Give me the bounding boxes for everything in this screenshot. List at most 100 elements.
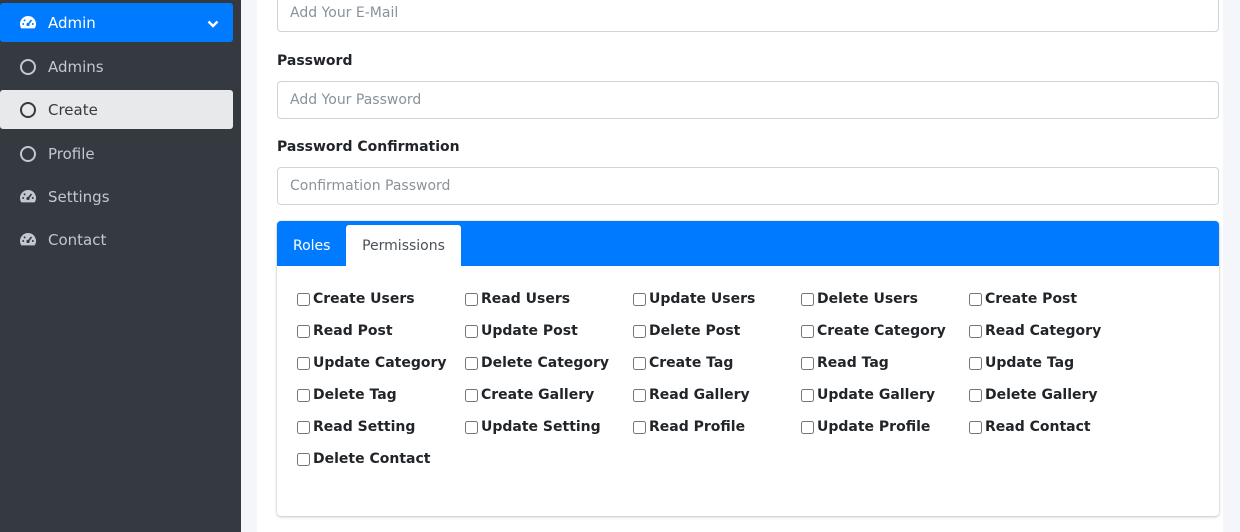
tab-permissions[interactable]: Permissions [346, 225, 461, 266]
permission-item[interactable]: Update Setting [465, 419, 601, 435]
permission-checkbox[interactable] [801, 420, 814, 434]
permission-item[interactable]: Read Profile [633, 419, 745, 435]
permission-item[interactable]: Delete Contact [297, 451, 430, 467]
password-field[interactable] [277, 81, 1219, 119]
sidebar: Admin Admins Create Profile Settings Con… [0, 0, 241, 532]
permission-item[interactable]: Read Gallery [633, 387, 750, 403]
permission-checkbox[interactable] [297, 452, 310, 466]
sidebar-item-label: Contact [48, 230, 107, 249]
permission-label: Delete Contact [313, 451, 431, 467]
permission-checkbox[interactable] [801, 388, 814, 402]
roles-permissions-card: Roles Permissions Create Users Read Users… [277, 221, 1219, 516]
permission-checkbox[interactable] [801, 356, 814, 370]
permission-item[interactable]: Create Tag [633, 355, 733, 371]
permission-item[interactable]: Update Gallery [801, 387, 935, 403]
permission-item[interactable]: Delete Tag [297, 387, 397, 403]
permission-label: Create Gallery [481, 387, 595, 403]
permission-checkbox[interactable] [465, 420, 478, 434]
tachometer-icon [18, 230, 38, 250]
permission-checkbox[interactable] [465, 388, 478, 402]
permission-label: Delete Category [481, 355, 610, 371]
permission-label: Read Users [481, 291, 571, 307]
tab-roles[interactable]: Roles [277, 225, 346, 266]
permission-item[interactable]: Delete Gallery [969, 387, 1098, 403]
permission-item[interactable]: Read Post [297, 323, 393, 339]
permission-checkbox[interactable] [633, 388, 646, 402]
password-confirmation-label: Password Confirmation [277, 139, 460, 155]
permission-item[interactable]: Create Users [297, 291, 415, 307]
sidebar-item-admin[interactable]: Admin [0, 3, 233, 42]
chevron-down-icon [207, 15, 219, 33]
permission-label: Update Profile [817, 419, 931, 435]
main-content: Password Password Confirmation Roles Per… [241, 0, 1240, 532]
permission-item[interactable]: Read Users [465, 291, 570, 307]
permission-checkbox[interactable] [465, 356, 478, 370]
permission-checkbox[interactable] [969, 324, 982, 338]
permission-item[interactable]: Update Tag [969, 355, 1074, 371]
permission-item[interactable]: Update Profile [801, 419, 930, 435]
permission-label: Update Users [649, 291, 756, 307]
permission-item[interactable]: Update Users [633, 291, 755, 307]
sidebar-item-label: Profile [48, 144, 95, 163]
permission-item[interactable]: Delete Users [801, 291, 918, 307]
permission-checkbox[interactable] [801, 324, 814, 338]
permission-checkbox[interactable] [465, 324, 478, 338]
permission-label: Create Category [817, 323, 946, 339]
tachometer-icon [18, 187, 38, 207]
circle-icon [18, 144, 38, 164]
permission-label: Read Setting [313, 419, 416, 435]
permission-item[interactable]: Create Post [969, 291, 1077, 307]
permission-checkbox[interactable] [633, 420, 646, 434]
permission-item[interactable]: Read Contact [969, 419, 1091, 435]
sidebar-item-label: Admin [48, 13, 96, 32]
permission-item[interactable]: Read Category [969, 323, 1101, 339]
permission-label: Update Setting [481, 419, 601, 435]
permission-checkbox[interactable] [969, 420, 982, 434]
permission-checkbox[interactable] [297, 324, 310, 338]
permission-item[interactable]: Read Tag [801, 355, 889, 371]
sidebar-item-label: Admins [48, 57, 104, 76]
permission-checkbox[interactable] [297, 356, 310, 370]
permission-label: Update Post [481, 323, 578, 339]
permission-checkbox[interactable] [297, 292, 310, 306]
form-card: Password Password Confirmation Roles Per… [257, 0, 1223, 532]
permission-item[interactable]: Update Category [297, 355, 447, 371]
sidebar-item-create[interactable]: Create [0, 90, 233, 129]
sidebar-item-admins[interactable]: Admins [0, 47, 233, 86]
permission-checkbox[interactable] [297, 420, 310, 434]
permission-checkbox[interactable] [633, 356, 646, 370]
permission-checkbox[interactable] [969, 292, 982, 306]
permission-checkbox[interactable] [465, 292, 478, 306]
permission-checkbox[interactable] [969, 388, 982, 402]
permission-checkbox[interactable] [633, 324, 646, 338]
permission-item[interactable]: Delete Post [633, 323, 740, 339]
permission-item[interactable]: Update Post [465, 323, 578, 339]
tachometer-icon [18, 13, 38, 33]
permission-label: Update Category [313, 355, 447, 371]
permission-checkbox[interactable] [969, 356, 982, 370]
circle-icon [18, 57, 38, 77]
permission-checkbox[interactable] [801, 292, 814, 306]
password-confirmation-field[interactable] [277, 167, 1219, 205]
permission-label: Read Profile [649, 419, 746, 435]
permission-label: Read Category [985, 323, 1102, 339]
permission-label: Create Users [313, 291, 415, 307]
email-field[interactable] [277, 0, 1219, 32]
permission-label: Read Post [313, 323, 393, 339]
sidebar-item-profile[interactable]: Profile [0, 134, 233, 173]
permission-checkbox[interactable] [633, 292, 646, 306]
permission-item[interactable]: Delete Category [465, 355, 609, 371]
tab-header: Roles Permissions [277, 221, 1219, 266]
permission-label: Read Gallery [649, 387, 750, 403]
permission-item[interactable]: Create Gallery [465, 387, 594, 403]
permission-item[interactable]: Read Setting [297, 419, 415, 435]
permission-checkbox[interactable] [297, 388, 310, 402]
sidebar-item-label: Settings [48, 187, 110, 206]
permission-label: Delete Tag [313, 387, 397, 403]
sidebar-item-settings[interactable]: Settings [0, 177, 233, 216]
permission-label: Read Tag [817, 355, 889, 371]
password-label: Password [277, 53, 353, 69]
sidebar-item-contact[interactable]: Contact [0, 220, 233, 259]
permission-item[interactable]: Create Category [801, 323, 946, 339]
permission-label: Delete Users [817, 291, 918, 307]
